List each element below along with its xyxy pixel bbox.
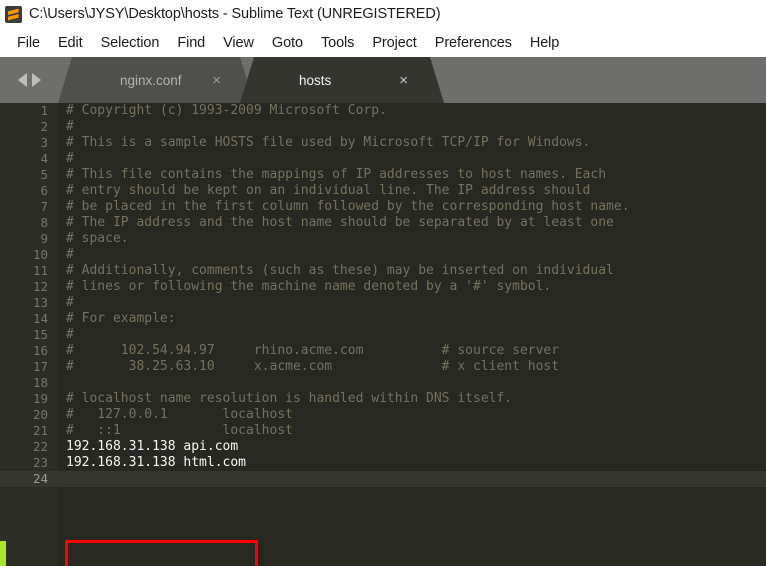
menu-item-find[interactable]: Find xyxy=(168,33,214,53)
code-line-text: # ::1 localhost xyxy=(66,423,293,438)
line-number: 1 xyxy=(40,103,48,118)
code-line-text: 192.168.31.138 html.com xyxy=(66,455,247,470)
line-number: 6 xyxy=(40,183,48,198)
code-line-text: # 38.25.63.10 x.acme.com # x client host xyxy=(66,359,560,374)
code-line[interactable]: 21 # ::1 localhost xyxy=(0,423,766,439)
code-line[interactable]: 13 # xyxy=(0,295,766,311)
menu-item-tools[interactable]: Tools xyxy=(312,33,363,53)
menu-item-file[interactable]: File xyxy=(8,33,49,53)
code-line-text: # xyxy=(66,151,74,166)
code-line[interactable]: 15 # xyxy=(0,327,766,343)
line-number: 19 xyxy=(32,391,48,406)
code-line-text: # xyxy=(66,295,74,310)
line-number: 24 xyxy=(32,471,48,486)
line-number: 16 xyxy=(32,343,48,358)
code-line-text: # be placed in the first column followed… xyxy=(66,199,630,214)
code-line[interactable]: 6 # entry should be kept on an individual… xyxy=(0,183,766,199)
code-line[interactable]: 12 # lines or following the machine name … xyxy=(0,279,766,295)
line-number: 12 xyxy=(32,279,48,294)
code-line[interactable]: 9 # space. xyxy=(0,231,766,247)
code-line[interactable]: 5 # This file contains the mappings of IP… xyxy=(0,167,766,183)
line-number: 17 xyxy=(32,359,48,374)
tab-hosts[interactable]: hosts × xyxy=(240,57,444,103)
code-line[interactable]: 18 xyxy=(0,375,766,391)
menu-item-view[interactable]: View xyxy=(214,33,263,53)
menu-item-help[interactable]: Help xyxy=(521,33,568,53)
code-line-text: # 102.54.94.97 rhino.acme.com # source s… xyxy=(66,343,560,358)
tab-nginx-conf[interactable]: nginx.conf × xyxy=(58,57,254,103)
line-number: 4 xyxy=(40,151,48,166)
line-number: 14 xyxy=(32,311,48,326)
code-line[interactable]: 20 # 127.0.0.1 localhost xyxy=(0,407,766,423)
tab-label: nginx.conf xyxy=(120,72,182,88)
close-icon[interactable]: × xyxy=(212,73,221,88)
tab-label: hosts xyxy=(299,72,332,88)
line-number: 22 xyxy=(32,439,48,454)
code-line-text: # This is a sample HOSTS file used by Mi… xyxy=(66,135,591,150)
code-line[interactable]: 2 # xyxy=(0,119,766,135)
sublime-text-logo-icon xyxy=(5,5,22,23)
window-titlebar: C:\Users\JYSY\Desktop\hosts - Sublime Te… xyxy=(0,0,766,28)
code-line[interactable]: 22 192.168.31.138 api.com xyxy=(0,439,766,455)
window-title: C:\Users\JYSY\Desktop\hosts - Sublime Te… xyxy=(29,6,441,22)
code-line-text: # 127.0.0.1 localhost xyxy=(66,407,293,422)
menu-item-preferences[interactable]: Preferences xyxy=(426,33,521,53)
menu-item-edit[interactable]: Edit xyxy=(49,33,92,53)
code-content[interactable]: 1 # Copyright (c) 1993-2009 Microsoft Cor… xyxy=(0,103,766,566)
menu-item-project[interactable]: Project xyxy=(363,33,425,53)
code-line[interactable]: 24 xyxy=(0,471,766,487)
code-line[interactable]: 14 # For example: xyxy=(0,311,766,327)
tab-bar: nginx.conf × hosts × xyxy=(0,57,766,103)
line-number: 13 xyxy=(32,295,48,310)
arrow-left-icon[interactable] xyxy=(17,73,27,87)
code-line-text: # For example: xyxy=(66,311,176,326)
line-number: 3 xyxy=(40,135,48,150)
code-line-text: # lines or following the machine name de… xyxy=(66,279,552,294)
code-line-text: # xyxy=(66,247,74,262)
code-line[interactable]: 4 # xyxy=(0,151,766,167)
tab-shape-active xyxy=(240,57,444,103)
code-line[interactable]: 23 192.168.31.138 html.com xyxy=(0,455,766,471)
code-line-text: # entry should be kept on an individual … xyxy=(66,183,591,198)
line-number: 11 xyxy=(32,263,48,278)
line-number: 8 xyxy=(40,215,48,230)
close-icon[interactable]: × xyxy=(399,73,408,88)
code-line[interactable]: 8 # The IP address and the host name shou… xyxy=(0,215,766,231)
line-number: 7 xyxy=(40,199,48,214)
menu-bar: File Edit Selection Find View Goto Tools… xyxy=(0,28,766,57)
line-number: 21 xyxy=(32,423,48,438)
line-number: 18 xyxy=(32,375,48,390)
code-line[interactable]: 3 # This is a sample HOSTS file used by M… xyxy=(0,135,766,151)
code-line-text: 192.168.31.138 api.com xyxy=(66,439,239,454)
arrow-right-icon[interactable] xyxy=(31,73,41,87)
code-line[interactable]: 17 # 38.25.63.10 x.acme.com # x client ho… xyxy=(0,359,766,375)
line-number: 23 xyxy=(32,455,48,470)
line-number: 10 xyxy=(32,247,48,262)
code-line-text: # Copyright (c) 1993-2009 Microsoft Corp… xyxy=(66,103,387,118)
code-line[interactable]: 1 # Copyright (c) 1993-2009 Microsoft Cor… xyxy=(0,103,766,119)
line-number: 5 xyxy=(40,167,48,182)
code-line-text: # The IP address and the host name shoul… xyxy=(66,215,614,230)
tab-navigation-arrows xyxy=(0,57,58,103)
code-line[interactable]: 10 # xyxy=(0,247,766,263)
code-editor[interactable]: 1 # Copyright (c) 1993-2009 Microsoft Cor… xyxy=(0,103,766,566)
menu-item-selection[interactable]: Selection xyxy=(92,33,169,53)
code-line-text: # localhost name resolution is handled w… xyxy=(66,391,513,406)
line-number: 2 xyxy=(40,119,48,134)
code-line[interactable]: 16 # 102.54.94.97 rhino.acme.com # source… xyxy=(0,343,766,359)
code-line-text: # Additionally, comments (such as these)… xyxy=(66,263,614,278)
line-number: 15 xyxy=(32,327,48,342)
code-line-text: # xyxy=(66,327,74,342)
code-line[interactable]: 19 # localhost name resolution is handled… xyxy=(0,391,766,407)
code-line-text: # This file contains the mappings of IP … xyxy=(66,167,607,182)
code-line[interactable]: 7 # be placed in the first column followe… xyxy=(0,199,766,215)
menu-item-goto[interactable]: Goto xyxy=(263,33,312,53)
code-line[interactable]: 11 # Additionally, comments (such as thes… xyxy=(0,263,766,279)
code-line-text: # xyxy=(66,119,74,134)
line-number: 20 xyxy=(32,407,48,422)
line-number: 9 xyxy=(40,231,48,246)
code-line-text: # space. xyxy=(66,231,129,246)
